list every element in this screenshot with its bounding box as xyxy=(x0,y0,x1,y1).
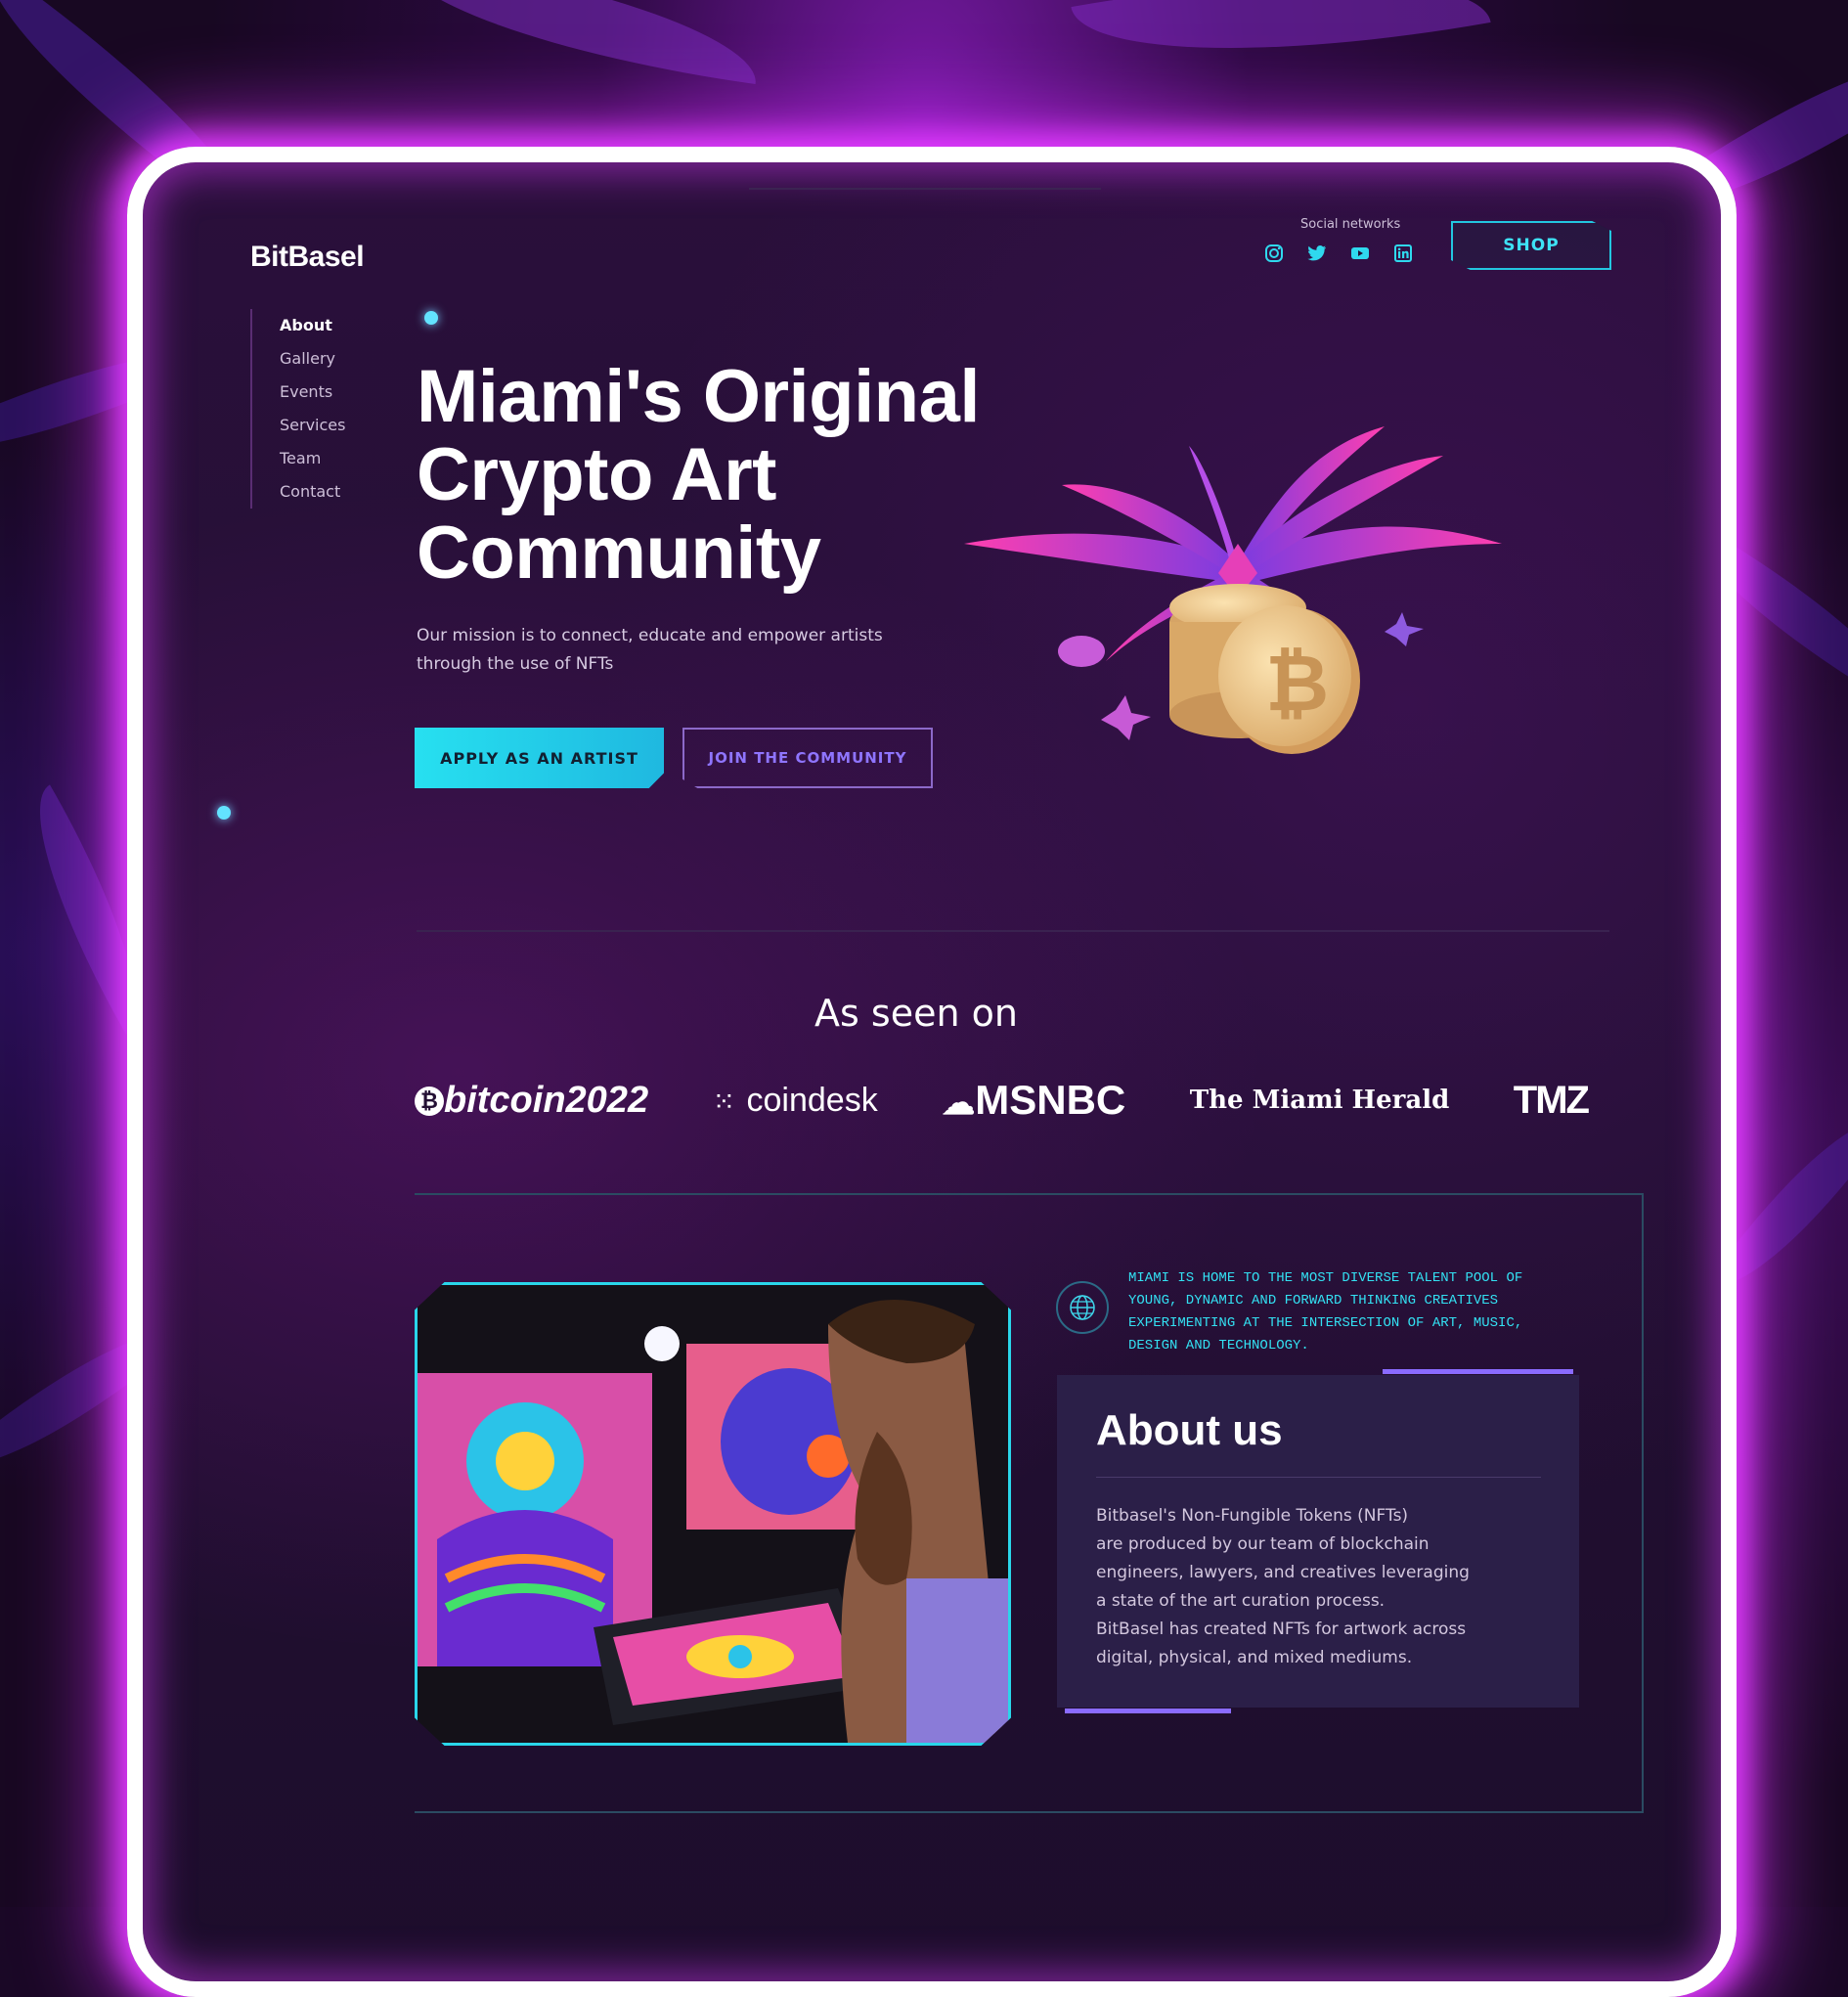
globe-icon xyxy=(1056,1281,1109,1334)
about-text-line: are produced by our team of blockchain xyxy=(1096,1534,1430,1554)
instagram-icon[interactable] xyxy=(1263,243,1285,264)
decorative-dot-icon xyxy=(424,311,438,325)
social-links xyxy=(1263,243,1414,264)
section-divider xyxy=(417,930,1609,932)
hero-title-line-1: Miami's Original xyxy=(417,355,981,438)
about-text-line: Bitbasel's Non-Fungible Tokens (NFTs) xyxy=(1096,1506,1409,1526)
bitcoin2022-logo-text: bitcoin2022 xyxy=(444,1079,649,1121)
artist-photo xyxy=(415,1282,1011,1746)
nav-item-services[interactable]: Services xyxy=(280,409,345,442)
shop-button[interactable]: SHOP xyxy=(1451,221,1611,270)
about-text-line: digital, physical, and mixed mediums. xyxy=(1096,1648,1413,1667)
press-logos: ₿ bitcoin2022 ⁙ coindesk ☁MSNBC The Miami… xyxy=(415,1077,1590,1124)
as-seen-on-title: As seen on xyxy=(814,992,1018,1035)
about-text-line: BitBasel has created NFTs for artwork ac… xyxy=(1096,1620,1467,1639)
browser-frame: BitBasel About Gallery Events Services T… xyxy=(127,147,1737,1997)
coindesk-logo-text: coindesk xyxy=(746,1081,878,1119)
twitter-icon[interactable] xyxy=(1306,243,1328,264)
about-divider xyxy=(1096,1477,1541,1478)
bitcoin2022-logo: ₿ bitcoin2022 xyxy=(415,1080,648,1122)
about-text-line: a state of the art curation process. xyxy=(1096,1591,1386,1611)
hero-description: Our mission is to connect, educate and e… xyxy=(417,626,883,674)
about-us-title: About us xyxy=(1096,1406,1283,1454)
artist-at-work-image xyxy=(418,1285,1008,1743)
nav-item-events[interactable]: Events xyxy=(280,376,345,409)
side-navigation: About Gallery Events Services Team Conta… xyxy=(250,309,345,509)
apply-as-artist-button[interactable]: APPLY AS AN ARTIST xyxy=(415,728,664,788)
tmz-logo: TMZ xyxy=(1513,1078,1590,1123)
bitbasel-logo[interactable]: BitBasel xyxy=(250,241,365,274)
msnbc-logo: ☁MSNBC xyxy=(942,1077,1126,1123)
social-networks-label: Social networks xyxy=(1300,217,1401,232)
join-community-button[interactable]: JOIN THE COMMUNITY xyxy=(682,728,933,788)
palm-coin-illustration: ₿ xyxy=(964,426,1502,754)
tmz-logo-text: TMZ xyxy=(1513,1078,1590,1122)
linkedin-icon[interactable] xyxy=(1392,243,1414,264)
svg-text:₿: ₿ xyxy=(1265,638,1329,729)
about-text-line: engineers, lawyers, and creatives levera… xyxy=(1096,1563,1470,1582)
coindesk-logo: ⁙ coindesk xyxy=(712,1081,878,1119)
msnbc-logo-text: MSNBC xyxy=(975,1077,1126,1123)
about-us-card: About us Bitbasel's Non-Fungible Tokens … xyxy=(1057,1369,1579,1713)
about-us-text: Bitbasel's Non-Fungible Tokens (NFTs) ar… xyxy=(1096,1502,1526,1672)
youtube-icon[interactable] xyxy=(1349,243,1371,264)
nav-item-gallery[interactable]: Gallery xyxy=(280,342,345,376)
nav-item-team[interactable]: Team xyxy=(280,442,345,475)
nav-item-contact[interactable]: Contact xyxy=(280,475,345,509)
miami-herald-logo-text: The Miami Herald xyxy=(1189,1086,1450,1115)
card-accent-bottom xyxy=(1065,1709,1231,1713)
top-notch-decoration xyxy=(749,162,1101,190)
card-accent-top xyxy=(1383,1369,1573,1374)
decorative-dot-icon xyxy=(217,806,231,820)
miami-herald-logo: The Miami Herald xyxy=(1190,1086,1450,1115)
mission-statement: MIAMI IS HOME TO THE MOST DIVERSE TALENT… xyxy=(1128,1270,1523,1354)
nav-item-about[interactable]: About xyxy=(280,309,345,342)
